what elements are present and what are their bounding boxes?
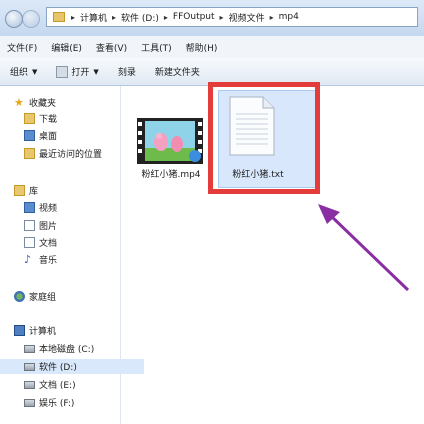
annotation-arrow-icon	[318, 204, 410, 292]
